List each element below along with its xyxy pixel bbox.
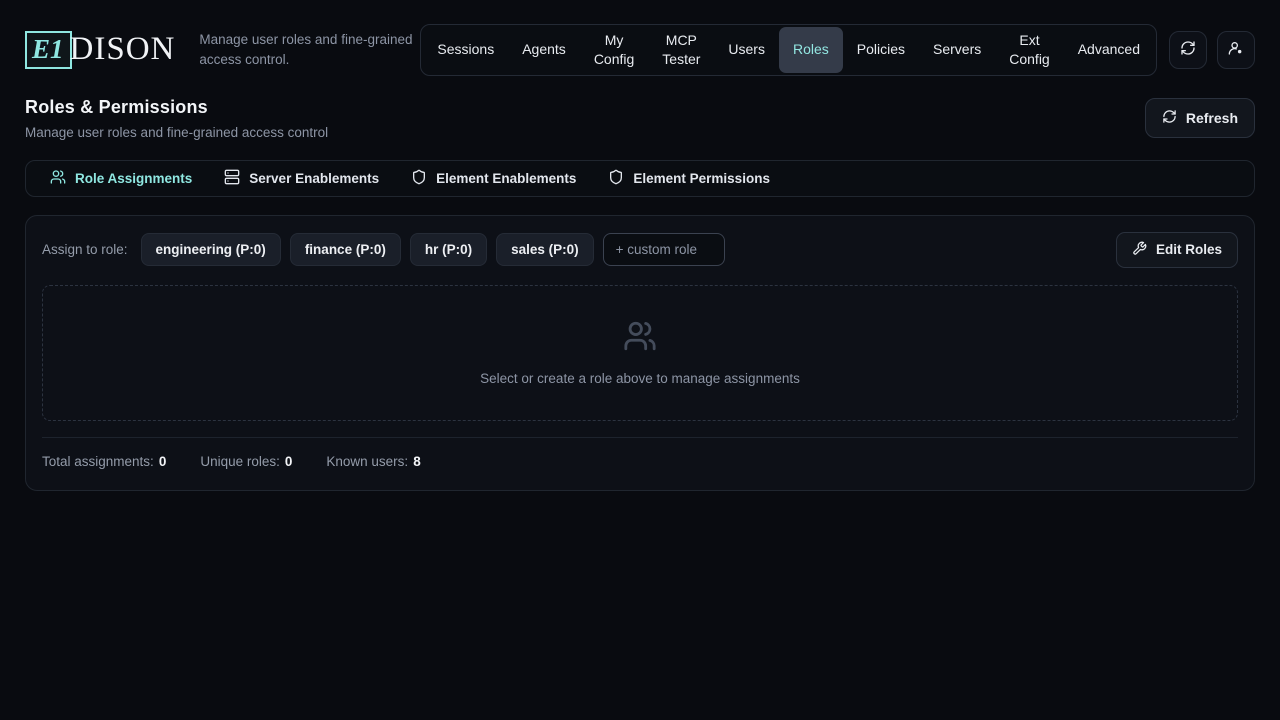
page-header: Roles & Permissions Manage user roles an…: [0, 76, 1280, 140]
role-chip[interactable]: hr (P:0): [410, 233, 487, 266]
tab-label: Element Enablements: [436, 171, 576, 186]
stat-item: Total assignments: 0: [42, 454, 166, 469]
tab[interactable]: Element Permissions: [592, 163, 786, 194]
refresh-icon: [1180, 40, 1196, 59]
nav-item[interactable]: Ext Config: [995, 27, 1063, 73]
user-settings-icon-button[interactable]: [1217, 31, 1255, 69]
stat-label: Known users:: [326, 454, 408, 469]
custom-role-input[interactable]: [603, 233, 725, 266]
role-chip[interactable]: engineering (P:0): [141, 233, 281, 266]
page-title-block: Roles & Permissions Manage user roles an…: [25, 97, 328, 140]
assign-to-role-label: Assign to role:: [42, 242, 128, 257]
logo-text: DISON: [70, 33, 176, 66]
nav-item[interactable]: Policies: [843, 27, 919, 73]
stat-label: Total assignments:: [42, 454, 154, 469]
stat-value: 8: [413, 454, 421, 469]
stats-row: Total assignments: 0 Unique roles: 0 Known…: [42, 438, 1238, 474]
empty-state: Select or create a role above to manage …: [42, 285, 1238, 421]
nav-item[interactable]: Users: [714, 27, 779, 73]
server-icon: [224, 169, 240, 188]
nav-item[interactable]: My Config: [580, 27, 648, 73]
tab-label: Element Permissions: [633, 171, 770, 186]
users-icon: [50, 169, 66, 188]
assign-toolbar: Assign to role: engineering (P:0) finance…: [42, 232, 1238, 268]
header-actions: [1169, 31, 1255, 69]
empty-state-message: Select or create a role above to manage …: [480, 371, 800, 386]
app-header: E1 DISON Manage user roles and fine-grai…: [0, 0, 1280, 76]
nav-item[interactable]: Agents: [508, 27, 580, 73]
nav-item[interactable]: Roles: [779, 27, 843, 73]
nav-item[interactable]: Servers: [919, 27, 995, 73]
stat-value: 0: [285, 454, 293, 469]
role-assignments-panel: Assign to role: engineering (P:0) finance…: [25, 215, 1255, 491]
users-icon: [623, 319, 657, 358]
edit-roles-button[interactable]: Edit Roles: [1116, 232, 1238, 268]
app-logo: E1 DISON: [25, 31, 175, 69]
logo-mark: E1: [25, 31, 72, 69]
refresh-button-label: Refresh: [1186, 110, 1238, 126]
section-tabs: Role Assignments Server Enablements Elem…: [25, 160, 1255, 197]
tab-label: Role Assignments: [75, 171, 192, 186]
role-chip-list: engineering (P:0) finance (P:0) hr (P:0) sa…: [141, 233, 594, 266]
stat-item: Known users: 8: [326, 454, 420, 469]
tab[interactable]: Server Enablements: [208, 163, 395, 194]
wrench-icon: [1132, 241, 1147, 259]
app-tagline: Manage user roles and fine-grained acces…: [199, 30, 420, 69]
nav-item[interactable]: MCP Tester: [648, 27, 714, 73]
edit-roles-label: Edit Roles: [1156, 242, 1222, 257]
refresh-button[interactable]: Refresh: [1145, 98, 1255, 138]
stat-label: Unique roles:: [200, 454, 280, 469]
nav-item[interactable]: Sessions: [423, 27, 508, 73]
tab[interactable]: Element Enablements: [395, 163, 592, 194]
tab-label: Server Enablements: [249, 171, 379, 186]
shield-icon: [608, 169, 624, 188]
refresh-icon-button[interactable]: [1169, 31, 1207, 69]
refresh-icon: [1162, 109, 1177, 127]
shield-icon: [411, 169, 427, 188]
stat-value: 0: [159, 454, 167, 469]
nav-item[interactable]: Advanced: [1064, 27, 1154, 73]
main-nav: SessionsAgentsMy ConfigMCP TesterUsersRo…: [420, 24, 1157, 76]
user-settings-icon: [1228, 40, 1244, 59]
role-chip[interactable]: finance (P:0): [290, 233, 401, 266]
tab[interactable]: Role Assignments: [34, 163, 208, 194]
page-subtitle: Manage user roles and fine-grained acces…: [25, 125, 328, 140]
page-title: Roles & Permissions: [25, 97, 328, 118]
role-chip[interactable]: sales (P:0): [496, 233, 594, 266]
stat-item: Unique roles: 0: [200, 454, 292, 469]
